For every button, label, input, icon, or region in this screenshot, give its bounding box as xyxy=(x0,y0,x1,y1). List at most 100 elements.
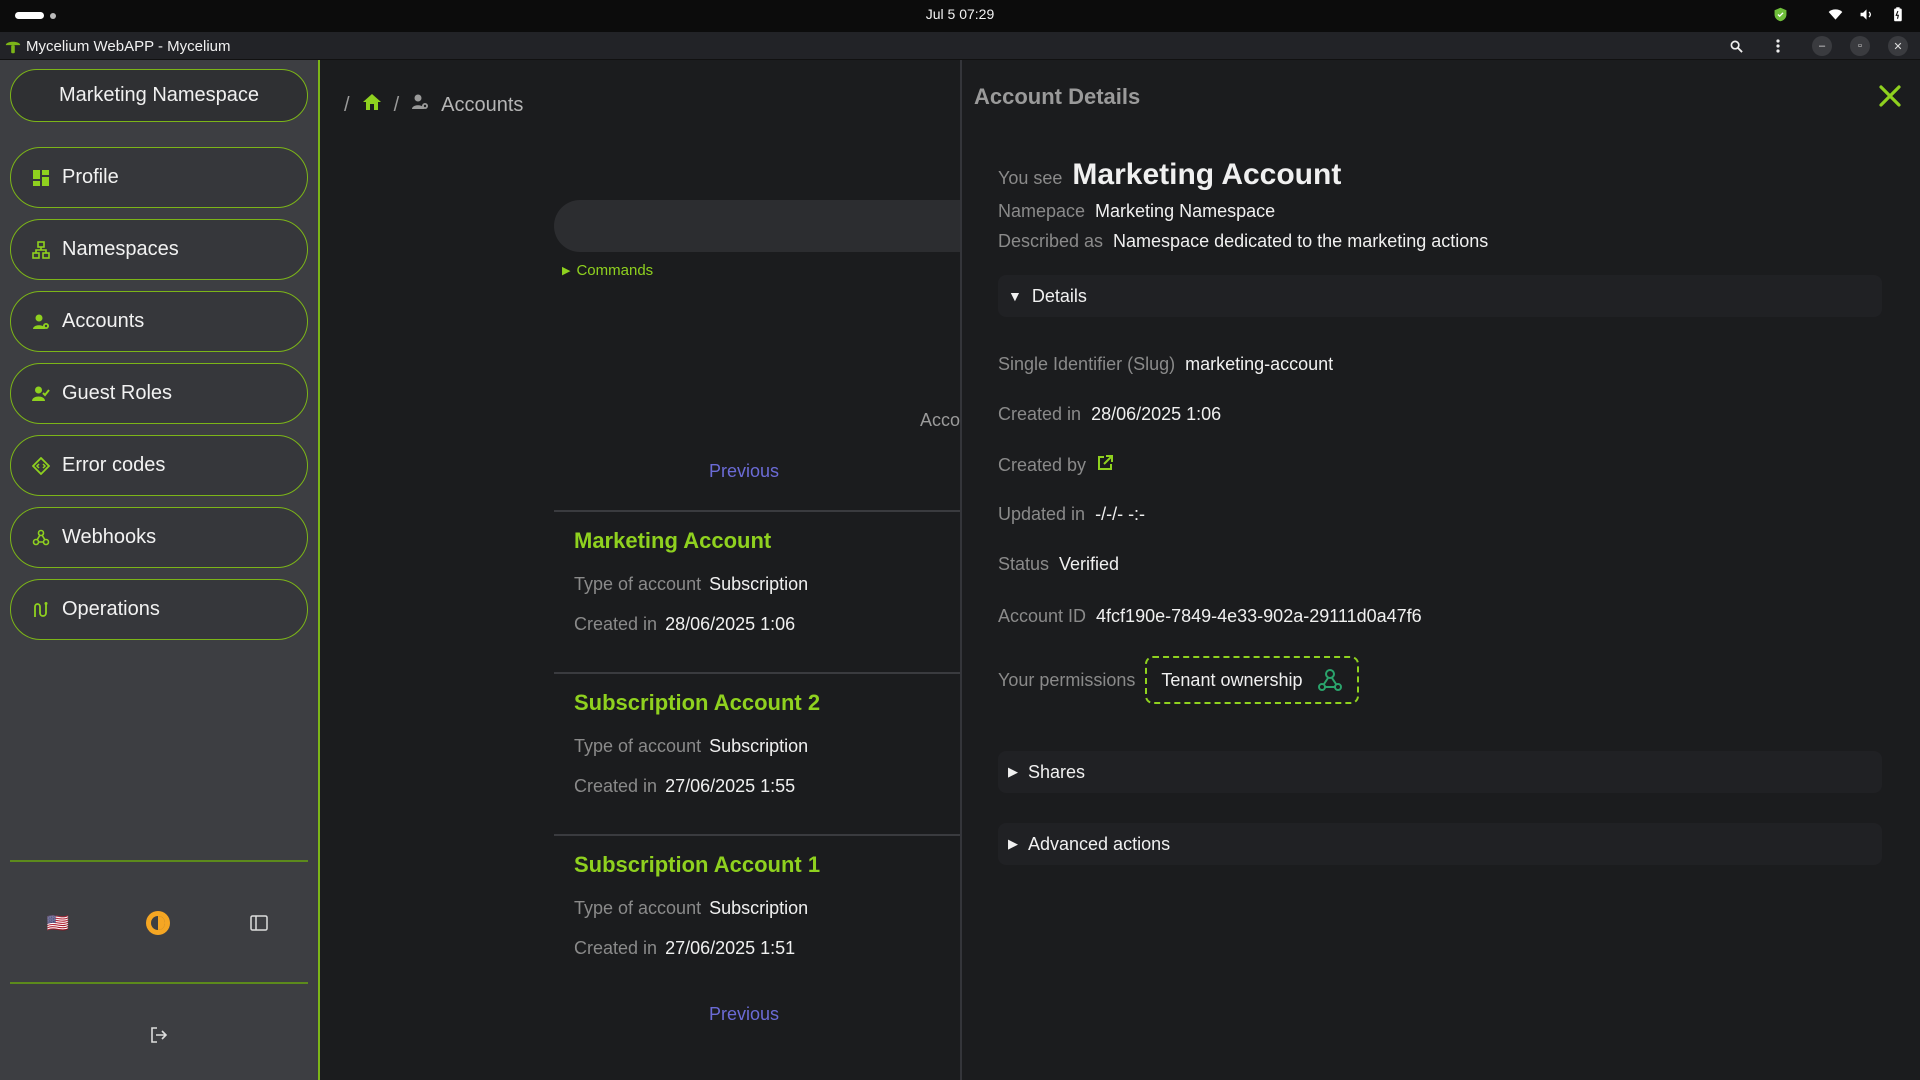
section-label: Advanced actions xyxy=(1028,833,1171,854)
user-check-icon xyxy=(31,384,51,404)
created-value: 27/06/2025 1:55 xyxy=(665,776,796,796)
more-menu-icon[interactable] xyxy=(1768,36,1788,56)
app-title-bar: Mycelium WebAPP - Mycelium – ▫ ✕ xyxy=(0,32,1920,60)
system-tray[interactable] xyxy=(1772,6,1906,23)
sidebar-item-label: Webhooks xyxy=(62,526,157,548)
account-id-value: 4fcf190e-7849-4e33-902a-29111d0a47f6 xyxy=(1096,606,1422,626)
sidebar-divider xyxy=(10,860,308,862)
zoom-icon[interactable] xyxy=(1726,36,1746,56)
user-gear-icon xyxy=(31,312,51,332)
accounts-count-label: Acco xyxy=(920,410,961,430)
sidebar-item-error-codes[interactable]: Error codes xyxy=(10,435,308,496)
wifi-icon[interactable] xyxy=(1827,6,1844,23)
caret-down-icon: ▼ xyxy=(1008,288,1022,304)
shield-icon[interactable] xyxy=(1772,6,1789,23)
user-gear-icon xyxy=(411,93,429,117)
details-section-toggle[interactable]: ▼ Details xyxy=(998,275,1882,317)
sidebar: Marketing Namespace Profile Namespaces A… xyxy=(0,60,320,1080)
dashboard-icon xyxy=(31,168,51,188)
commands-toggle[interactable]: ▶ Commands xyxy=(562,262,653,279)
created-by-row: Created by xyxy=(998,454,1114,477)
status-row: Status Verified xyxy=(998,554,1119,575)
battery-icon[interactable] xyxy=(1889,6,1906,23)
panel-title: Account Details xyxy=(974,84,1141,109)
slug-row: Single Identifier (Slug) marketing-accou… xyxy=(998,354,1333,375)
advanced-actions-toggle[interactable]: ▶ Advanced actions xyxy=(998,823,1882,865)
sidebar-item-namespaces[interactable]: Namespaces xyxy=(10,219,308,280)
sidebar-item-operations[interactable]: Operations xyxy=(10,579,308,640)
sidebar-toggle-icon[interactable] xyxy=(246,910,272,936)
status-label: Status xyxy=(998,554,1050,574)
close-window-icon[interactable]: ✕ xyxy=(1888,36,1908,56)
volume-icon[interactable] xyxy=(1858,6,1875,23)
account-card[interactable]: Marketing Account Type of account Subscri… xyxy=(554,510,974,672)
sidebar-item-profile[interactable]: Profile xyxy=(10,147,308,208)
slug-value: marketing-account xyxy=(1185,354,1334,374)
logout-icon[interactable] xyxy=(146,1022,172,1048)
sidebar-item-label: Namespaces xyxy=(62,238,179,260)
caret-right-icon: ▶ xyxy=(1008,836,1018,851)
namespace-selector[interactable]: Marketing Namespace xyxy=(10,69,308,122)
theme-toggle-icon[interactable] xyxy=(145,910,171,936)
section-label: Details xyxy=(1031,285,1087,306)
account-type-row: Type of account Subscription xyxy=(574,574,808,595)
breadcrumb: / / Accounts xyxy=(344,93,523,117)
account-id-row: Account ID 4fcf190e-7849-4e33-902a-29111… xyxy=(998,606,1422,627)
sidebar-item-label: Guest Roles xyxy=(62,382,173,404)
permission-chip[interactable]: Tenant ownership xyxy=(1145,656,1359,704)
sidebar-divider xyxy=(10,982,308,984)
account-details-panel: Account Details You see Marketing Accoun… xyxy=(960,60,1920,1080)
os-clock[interactable]: Jul 5 07:29 xyxy=(0,6,1920,22)
created-value: 27/06/2025 1:51 xyxy=(665,938,796,958)
account-name[interactable]: Subscription Account 1 xyxy=(574,852,820,878)
description-value: Namespace dedicated to the marketing act… xyxy=(1113,231,1489,251)
minimize-icon[interactable]: – xyxy=(1812,36,1832,56)
previous-page-link[interactable]: Previous xyxy=(709,1004,779,1025)
type-value: Subscription xyxy=(709,898,809,918)
breadcrumb-separator: / xyxy=(344,93,350,116)
created-label: Created in xyxy=(998,404,1082,424)
account-heading: You see Marketing Account xyxy=(998,158,1341,192)
you-see-label: You see xyxy=(998,168,1063,188)
sidebar-item-guest-roles[interactable]: Guest Roles xyxy=(10,363,308,424)
tenant-network-icon xyxy=(1317,669,1342,691)
account-id-label: Account ID xyxy=(998,606,1087,626)
type-value: Subscription xyxy=(709,574,809,594)
account-name[interactable]: Marketing Account xyxy=(574,528,771,554)
caret-right-icon: ▶ xyxy=(1008,764,1018,779)
mushroom-logo-icon xyxy=(5,41,21,54)
search-input[interactable] xyxy=(554,200,974,252)
created-label: Created in xyxy=(574,776,658,796)
external-link-icon[interactable] xyxy=(1096,454,1114,477)
sidebar-item-webhooks[interactable]: Webhooks xyxy=(10,507,308,568)
updated-label: Updated in xyxy=(998,504,1086,524)
account-created-row: Created in 27/06/2025 1:55 xyxy=(574,776,795,797)
shares-section-toggle[interactable]: ▶ Shares xyxy=(998,751,1882,793)
created-row: Created in 28/06/2025 1:06 xyxy=(998,404,1221,425)
slug-label: Single Identifier (Slug) xyxy=(998,354,1176,374)
main-content: / / Accounts ▶ Commands Acco Previous Ma… xyxy=(322,60,974,1080)
window-title: Mycelium WebAPP - Mycelium xyxy=(26,38,231,55)
type-label: Type of account xyxy=(574,736,702,756)
type-label: Type of account xyxy=(574,574,702,594)
namespace-value: Marketing Namespace xyxy=(1095,201,1276,221)
previous-page-link[interactable]: Previous xyxy=(709,461,779,482)
home-icon[interactable] xyxy=(362,93,382,117)
hierarchy-icon xyxy=(31,240,51,260)
language-flag-icon[interactable]: 🇺🇸 xyxy=(45,910,71,936)
sidebar-item-label: Accounts xyxy=(62,310,145,332)
os-top-bar: Jul 5 07:29 xyxy=(0,0,1920,32)
close-icon[interactable] xyxy=(1876,82,1904,110)
commands-label: Commands xyxy=(576,262,654,279)
account-card[interactable]: Subscription Account 1 Type of account Su… xyxy=(554,834,974,996)
breadcrumb-current[interactable]: Accounts xyxy=(441,94,523,117)
status-value: Verified xyxy=(1059,554,1120,574)
account-card[interactable]: Subscription Account 2 Type of account Su… xyxy=(554,672,974,834)
sidebar-item-accounts[interactable]: Accounts xyxy=(10,291,308,352)
account-name[interactable]: Subscription Account 2 xyxy=(574,690,820,716)
updated-row: Updated in -/-/- -:- xyxy=(998,504,1145,525)
permission-label: Tenant ownership xyxy=(1161,669,1303,690)
restore-icon[interactable]: ▫ xyxy=(1850,36,1870,56)
section-label: Shares xyxy=(1028,761,1086,782)
updated-value: -/-/- -:- xyxy=(1095,504,1146,524)
